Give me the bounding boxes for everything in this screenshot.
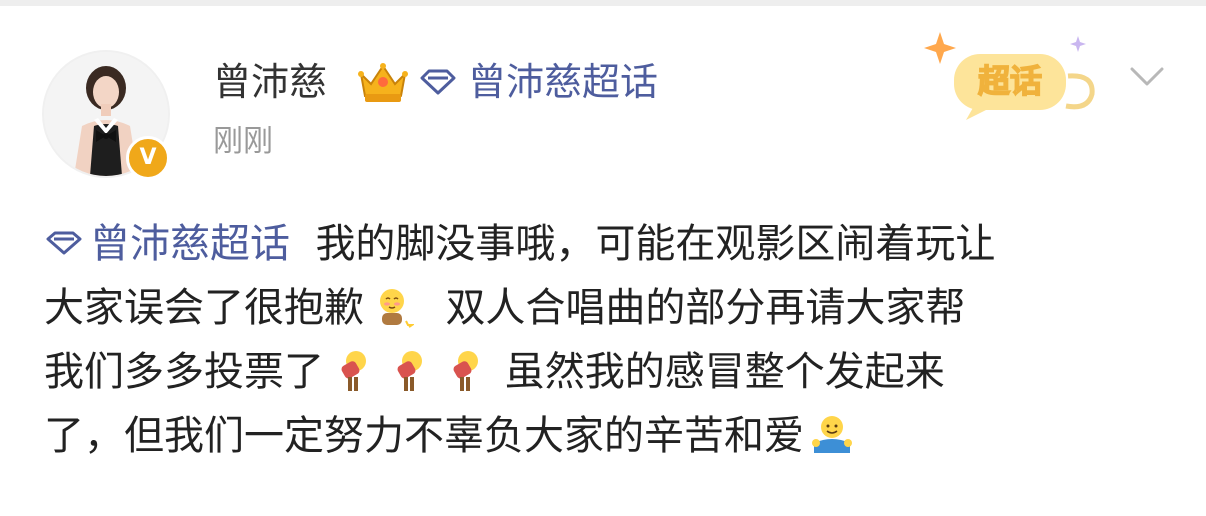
svg-text:9: 9 bbox=[401, 94, 407, 105]
supertopic-badge-label: 超话 bbox=[978, 62, 1042, 100]
content-line-3: 我们多多投票了 虽然我的感冒整个发起来 bbox=[44, 340, 1184, 404]
content-topic-link[interactable]: 曾沛慈超话 bbox=[44, 221, 290, 267]
content-line-1: 曾沛慈超话 我的脚没事哦，可能在观影区闹着玩让 bbox=[44, 212, 1184, 276]
diamond-icon bbox=[46, 231, 82, 255]
hug-emoji bbox=[812, 416, 852, 453]
author-name[interactable]: 曾沛慈 bbox=[213, 56, 327, 108]
chevron-down-icon[interactable] bbox=[1128, 64, 1166, 90]
content-line-4: 了，但我们一定努力不辜负大家的辛苦和爱 bbox=[44, 404, 1184, 468]
content-text-3a: 我们多多投票了 bbox=[44, 349, 324, 395]
post-timestamp: 刚刚 bbox=[213, 124, 273, 159]
verified-badge: V bbox=[126, 136, 170, 180]
content-text-2b: 双人合唱曲的部分再请大家帮 bbox=[445, 285, 966, 331]
content-text-2a: 大家误会了很抱歉 bbox=[44, 285, 364, 331]
verified-badge-label: V bbox=[139, 145, 157, 170]
shy-emoji bbox=[380, 289, 414, 328]
crown-icon: 9 bbox=[358, 63, 408, 105]
post-content: 曾沛慈超话 我的脚没事哦，可能在观影区闹着玩让 大家误会了很抱歉 双人合唱曲的部… bbox=[44, 212, 1184, 468]
top-divider bbox=[0, 0, 1206, 6]
content-text-4: 了，但我们一定努力不辜负大家的辛苦和爱 bbox=[44, 413, 804, 459]
content-text-3b: 虽然我的感冒整个发起来 bbox=[504, 349, 945, 395]
supertopic-link[interactable]: 曾沛慈超话 bbox=[418, 56, 658, 108]
bow-emoji bbox=[397, 351, 422, 391]
diamond-icon bbox=[420, 69, 456, 95]
supertopic-badge[interactable]: 超话 bbox=[918, 30, 1106, 120]
bow-emoji bbox=[453, 351, 478, 391]
content-line-2: 大家误会了很抱歉 双人合唱曲的部分再请大家帮 bbox=[44, 276, 1184, 340]
bow-emoji bbox=[341, 351, 366, 391]
content-topic-label: 曾沛慈超话 bbox=[90, 221, 290, 267]
content-text-1: 我的脚没事哦，可能在观影区闹着玩让 bbox=[315, 221, 996, 267]
supertopic-label: 曾沛慈超话 bbox=[468, 60, 659, 104]
